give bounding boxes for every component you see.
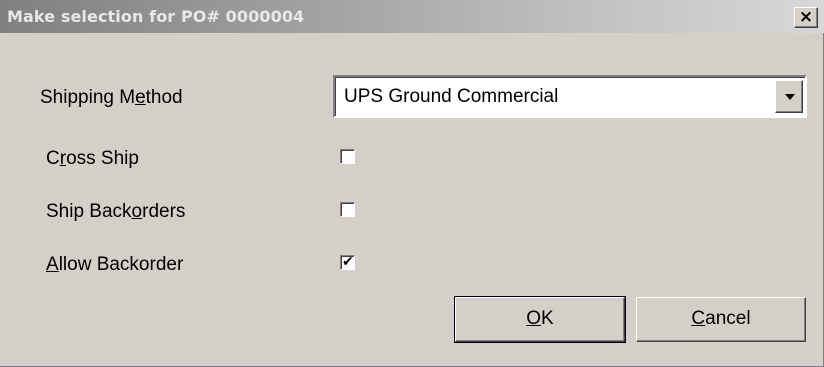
ship-backorders-checkbox[interactable]: [340, 202, 355, 217]
checkmark-icon: ✔: [342, 254, 354, 270]
cross-ship-label: Cross Ship: [46, 148, 139, 169]
dropdown-button[interactable]: [775, 80, 803, 113]
cancel-button[interactable]: Cancel: [636, 297, 806, 342]
ship-backorders-label: Ship Backorders: [46, 201, 186, 222]
shipping-method-value: UPS Ground Commercial: [344, 86, 559, 107]
ok-button[interactable]: OK: [454, 296, 626, 343]
dialog-title: Make selection for PO# 0000004: [7, 7, 305, 26]
chevron-down-icon: [785, 94, 795, 100]
allow-backorder-checkbox[interactable]: ✔: [340, 254, 355, 270]
shipping-method-select[interactable]: UPS Ground Commercial: [333, 75, 807, 118]
allow-backorder-label: Allow Backorder: [46, 254, 184, 275]
dialog-window: Make selection for PO# 0000004 × Shippin…: [0, 0, 824, 367]
shipping-method-label: Shipping Method: [40, 87, 183, 108]
cross-ship-checkbox[interactable]: [340, 149, 355, 164]
title-bar[interactable]: Make selection for PO# 0000004 ×: [0, 0, 824, 33]
close-icon: ×: [798, 7, 814, 27]
close-button[interactable]: ×: [794, 7, 818, 28]
